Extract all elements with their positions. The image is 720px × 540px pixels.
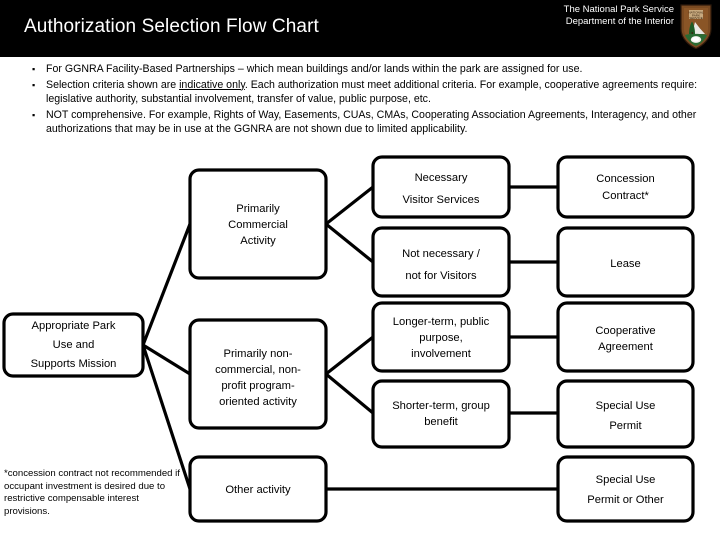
node-box	[556, 301, 695, 373]
node-label-line: Shorter-term, group	[392, 400, 490, 412]
node-primarily-noncommercial-activity[interactable]: Primarily non- commercial, non- profit p…	[188, 318, 328, 430]
edge-group-nonprofit	[324, 335, 375, 415]
node-box	[371, 155, 511, 219]
node-box	[556, 155, 695, 219]
node-label-line: not for Visitors	[405, 270, 477, 282]
node-label-line: Permit or Other	[587, 494, 664, 506]
node-concession-contract[interactable]: Concession Contract*	[556, 155, 695, 219]
edge-nonprofit-to-shorter-term	[324, 372, 375, 415]
edge-group-root	[141, 223, 192, 490]
node-lease[interactable]: Lease	[556, 226, 695, 298]
node-box	[556, 379, 695, 449]
node-primarily-commercial-activity[interactable]: Primarily Commercial Activity	[188, 168, 328, 280]
node-special-use-permit[interactable]: Special Use Permit	[556, 379, 695, 449]
node-cooperative-agreement[interactable]: Cooperative Agreement	[556, 301, 695, 373]
node-shorter-term-group-benefit[interactable]: Shorter-term, group benefit	[371, 379, 511, 449]
node-label-line: Concession	[596, 173, 654, 185]
node-not-necessary-not-for-visitors[interactable]: Not necessary / not for Visitors	[371, 226, 511, 298]
node-label-line: Special Use	[596, 474, 656, 486]
node-label-line: Commercial	[228, 219, 288, 231]
node-label-line: profit program-	[221, 380, 295, 392]
edge-nonprofit-to-longer-term	[325, 335, 374, 376]
node-label-line: Activity	[240, 235, 276, 247]
node-appropriate-park-use[interactable]: Appropriate Park Use and Supports Missio…	[2, 312, 145, 378]
node-label-line: Lease	[610, 258, 640, 270]
node-label-line: Special Use	[596, 400, 656, 412]
node-label-line: commercial, non-	[215, 364, 301, 376]
node-label-line: Appropriate Park	[32, 320, 116, 332]
node-label-line: Primarily non-	[223, 348, 292, 360]
node-label-line: benefit	[424, 416, 458, 428]
node-box	[371, 379, 511, 449]
footnote: *concession contract not recommended if …	[4, 468, 180, 517]
node-label-line: purpose,	[419, 332, 463, 344]
node-necessary-visitor-services[interactable]: Necessary Visitor Services	[371, 155, 511, 219]
node-box	[556, 455, 695, 523]
node-label-line: Visitor Services	[403, 194, 480, 206]
node-box	[371, 226, 511, 298]
node-label-line: Cooperative	[595, 325, 655, 337]
node-other-activity[interactable]: Other activity	[188, 455, 328, 523]
node-longer-term-public-purpose[interactable]: Longer-term, public purpose, involvement	[371, 301, 511, 373]
node-label-line: Agreement	[598, 341, 654, 353]
node-label-line: Necessary	[415, 172, 468, 184]
edge-commercial-to-necessary	[325, 185, 374, 226]
node-label-line: Contract*	[602, 190, 649, 202]
node-label-line: Permit	[609, 420, 642, 432]
node-label-line: involvement	[411, 348, 472, 360]
edge-group-commercial	[324, 185, 375, 264]
node-label-line: Longer-term, public	[393, 316, 490, 328]
node-special-use-permit-or-other[interactable]: Special Use Permit or Other	[556, 455, 695, 523]
node-label-line: Not necessary /	[402, 248, 481, 260]
node-label-line: Use and	[53, 339, 95, 351]
node-label-line: Supports Mission	[31, 358, 117, 370]
edge-commercial-to-not-necessary	[324, 222, 375, 264]
flow-chart: Appropriate Park Use and Supports Missio…	[2, 155, 695, 523]
node-label-line: Other activity	[225, 484, 291, 496]
node-label-line: oriented activity	[219, 396, 297, 408]
node-label-line: Primarily	[236, 203, 280, 215]
edge-root-to-commercial	[141, 223, 192, 346]
